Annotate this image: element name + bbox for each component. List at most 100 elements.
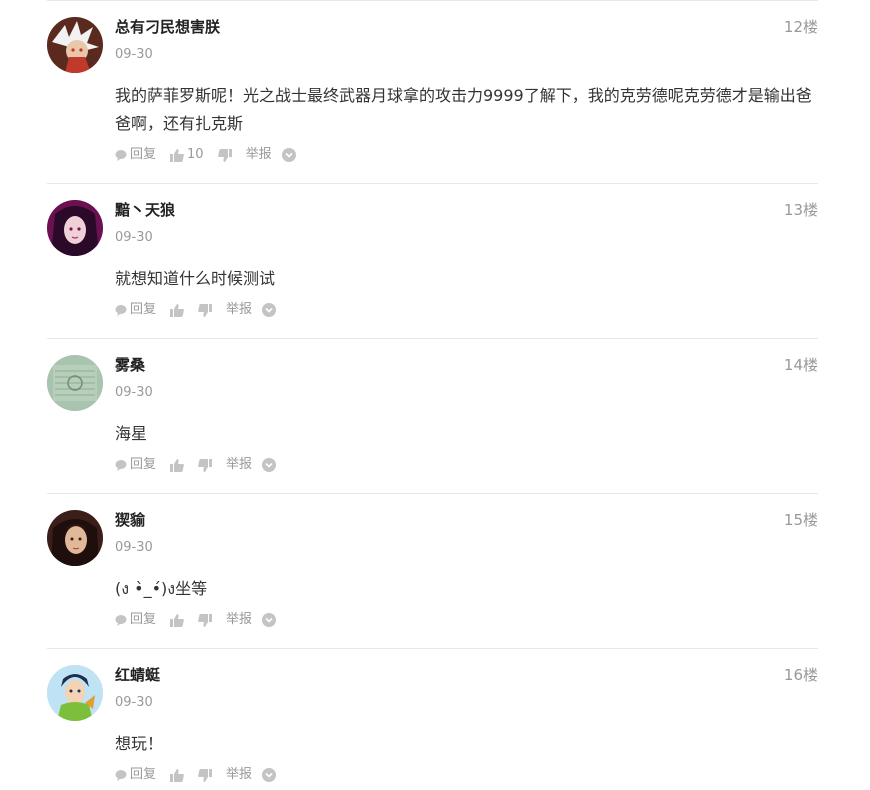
like-button[interactable]: 10 [170, 146, 204, 164]
avatar[interactable] [47, 665, 103, 721]
comment-actions: 回复 举报 [115, 301, 290, 319]
comment-item: 总有刁民想害朕 12楼 09-30 我的萨菲罗斯呢！光之战士最终武器月球拿的攻击… [47, 17, 818, 184]
dislike-button[interactable] [217, 148, 232, 162]
username[interactable]: 总有刁民想害朕 [115, 17, 220, 37]
avatar[interactable] [47, 200, 103, 256]
divider [47, 648, 818, 649]
reply-button[interactable]: 回复 [115, 456, 156, 474]
comment-text: (ง •̀_•́)ง坐等 [115, 579, 208, 598]
thumbs-up-icon [170, 303, 184, 317]
comment-item: 黯丶天狼 13楼 09-30 就想知道什么时候测试 回复 举报 [47, 200, 818, 339]
avatar[interactable] [47, 17, 103, 73]
more-options-button[interactable] [262, 613, 277, 627]
comment-actions: 回复 举报 [115, 611, 290, 629]
report-button[interactable]: 举报 [226, 766, 252, 784]
floor-number: 13楼 [783, 201, 818, 219]
thumbs-down-icon [198, 303, 213, 317]
like-button[interactable] [170, 458, 184, 472]
report-label: 举报 [226, 457, 253, 472]
dislike-button[interactable] [198, 303, 213, 317]
floor-number: 12楼 [783, 18, 818, 36]
like-button[interactable] [170, 303, 184, 317]
like-count: 10 [187, 147, 204, 162]
chevron-down-circle-icon [262, 613, 277, 627]
comment-date: 09-30 [115, 540, 153, 555]
chevron-down-circle-icon [262, 303, 277, 317]
reply-button[interactable]: 回复 [115, 301, 156, 319]
report-label: 举报 [226, 302, 253, 317]
comment-text: 我的萨菲罗斯呢！光之战士最终武器月球拿的攻击力9999了解下，我的克劳德呢克劳德… [115, 86, 812, 133]
comment-bubble-icon [115, 305, 127, 316]
comment-actions: 回复 10 举报 [115, 146, 310, 164]
chevron-down-circle-icon [262, 768, 277, 782]
avatar[interactable] [47, 355, 103, 411]
reply-label: 回复 [130, 767, 157, 782]
top-divider [47, 0, 818, 1]
floor-number: 14楼 [783, 356, 818, 374]
chevron-down-circle-icon [262, 458, 277, 472]
username[interactable]: 红蜻蜓 [115, 665, 160, 685]
dislike-button[interactable] [198, 768, 213, 782]
like-button[interactable] [170, 768, 184, 782]
report-button[interactable]: 举报 [226, 611, 252, 629]
divider [47, 493, 818, 494]
comment-text: 想玩！ [115, 734, 164, 753]
dislike-button[interactable] [198, 613, 213, 627]
thumbs-down-icon [217, 148, 232, 162]
comment-date: 09-30 [115, 385, 153, 400]
dislike-button[interactable] [198, 458, 213, 472]
floor-number: 15楼 [783, 511, 818, 529]
reply-label: 回复 [130, 457, 157, 472]
avatar[interactable] [47, 510, 103, 566]
comment-bubble-icon [115, 770, 127, 781]
comment-actions: 回复 举报 [115, 766, 290, 784]
like-button[interactable] [170, 613, 184, 627]
avatar-image [47, 665, 103, 721]
more-options-button[interactable] [281, 148, 296, 162]
more-options-button[interactable] [262, 303, 277, 317]
username[interactable]: 黯丶天狼 [115, 200, 175, 220]
report-button[interactable]: 举报 [246, 146, 272, 164]
avatar-image [47, 355, 103, 411]
thumbs-up-icon [170, 613, 184, 627]
report-label: 举报 [226, 767, 253, 782]
avatar-image [47, 200, 103, 256]
avatar-image [47, 17, 103, 73]
more-options-button[interactable] [262, 458, 277, 472]
comment-text: 就想知道什么时候测试 [115, 269, 276, 288]
thumbs-down-icon [198, 768, 213, 782]
username[interactable]: 雾桑 [115, 355, 145, 375]
reply-label: 回复 [130, 302, 157, 317]
comment-item: 红蜻蜓 16楼 09-30 想玩！ 回复 举报 [47, 665, 818, 790]
thumbs-down-icon [198, 458, 213, 472]
thumbs-up-icon [170, 458, 184, 472]
divider [47, 183, 818, 184]
comment-bubble-icon [115, 150, 127, 161]
chevron-down-circle-icon [281, 148, 296, 162]
reply-button[interactable]: 回复 [115, 766, 156, 784]
report-label: 举报 [226, 612, 253, 627]
comment-item: 雾桑 14楼 09-30 海星 回复 举报 [47, 355, 818, 494]
report-label: 举报 [245, 147, 272, 162]
comment-date: 09-30 [115, 230, 153, 245]
comment-item: 猰貐 15楼 09-30 (ง •̀_•́)ง坐等 回复 举报 [47, 510, 818, 649]
thumbs-down-icon [198, 613, 213, 627]
comment-date: 09-30 [115, 695, 153, 710]
reply-button[interactable]: 回复 [115, 146, 156, 164]
reply-button[interactable]: 回复 [115, 611, 156, 629]
comment-text: 海星 [115, 424, 148, 443]
avatar-image [47, 510, 103, 566]
comment-bubble-icon [115, 615, 127, 626]
username[interactable]: 猰貐 [115, 510, 145, 530]
reply-label: 回复 [130, 147, 157, 162]
thumbs-up-icon [170, 768, 184, 782]
report-button[interactable]: 举报 [226, 456, 252, 474]
more-options-button[interactable] [262, 768, 277, 782]
divider [47, 338, 818, 339]
report-button[interactable]: 举报 [226, 301, 252, 319]
comment-date: 09-30 [115, 47, 153, 62]
thumbs-up-icon [170, 148, 184, 162]
reply-label: 回复 [130, 612, 157, 627]
comment-actions: 回复 举报 [115, 456, 290, 474]
comment-bubble-icon [115, 460, 127, 471]
